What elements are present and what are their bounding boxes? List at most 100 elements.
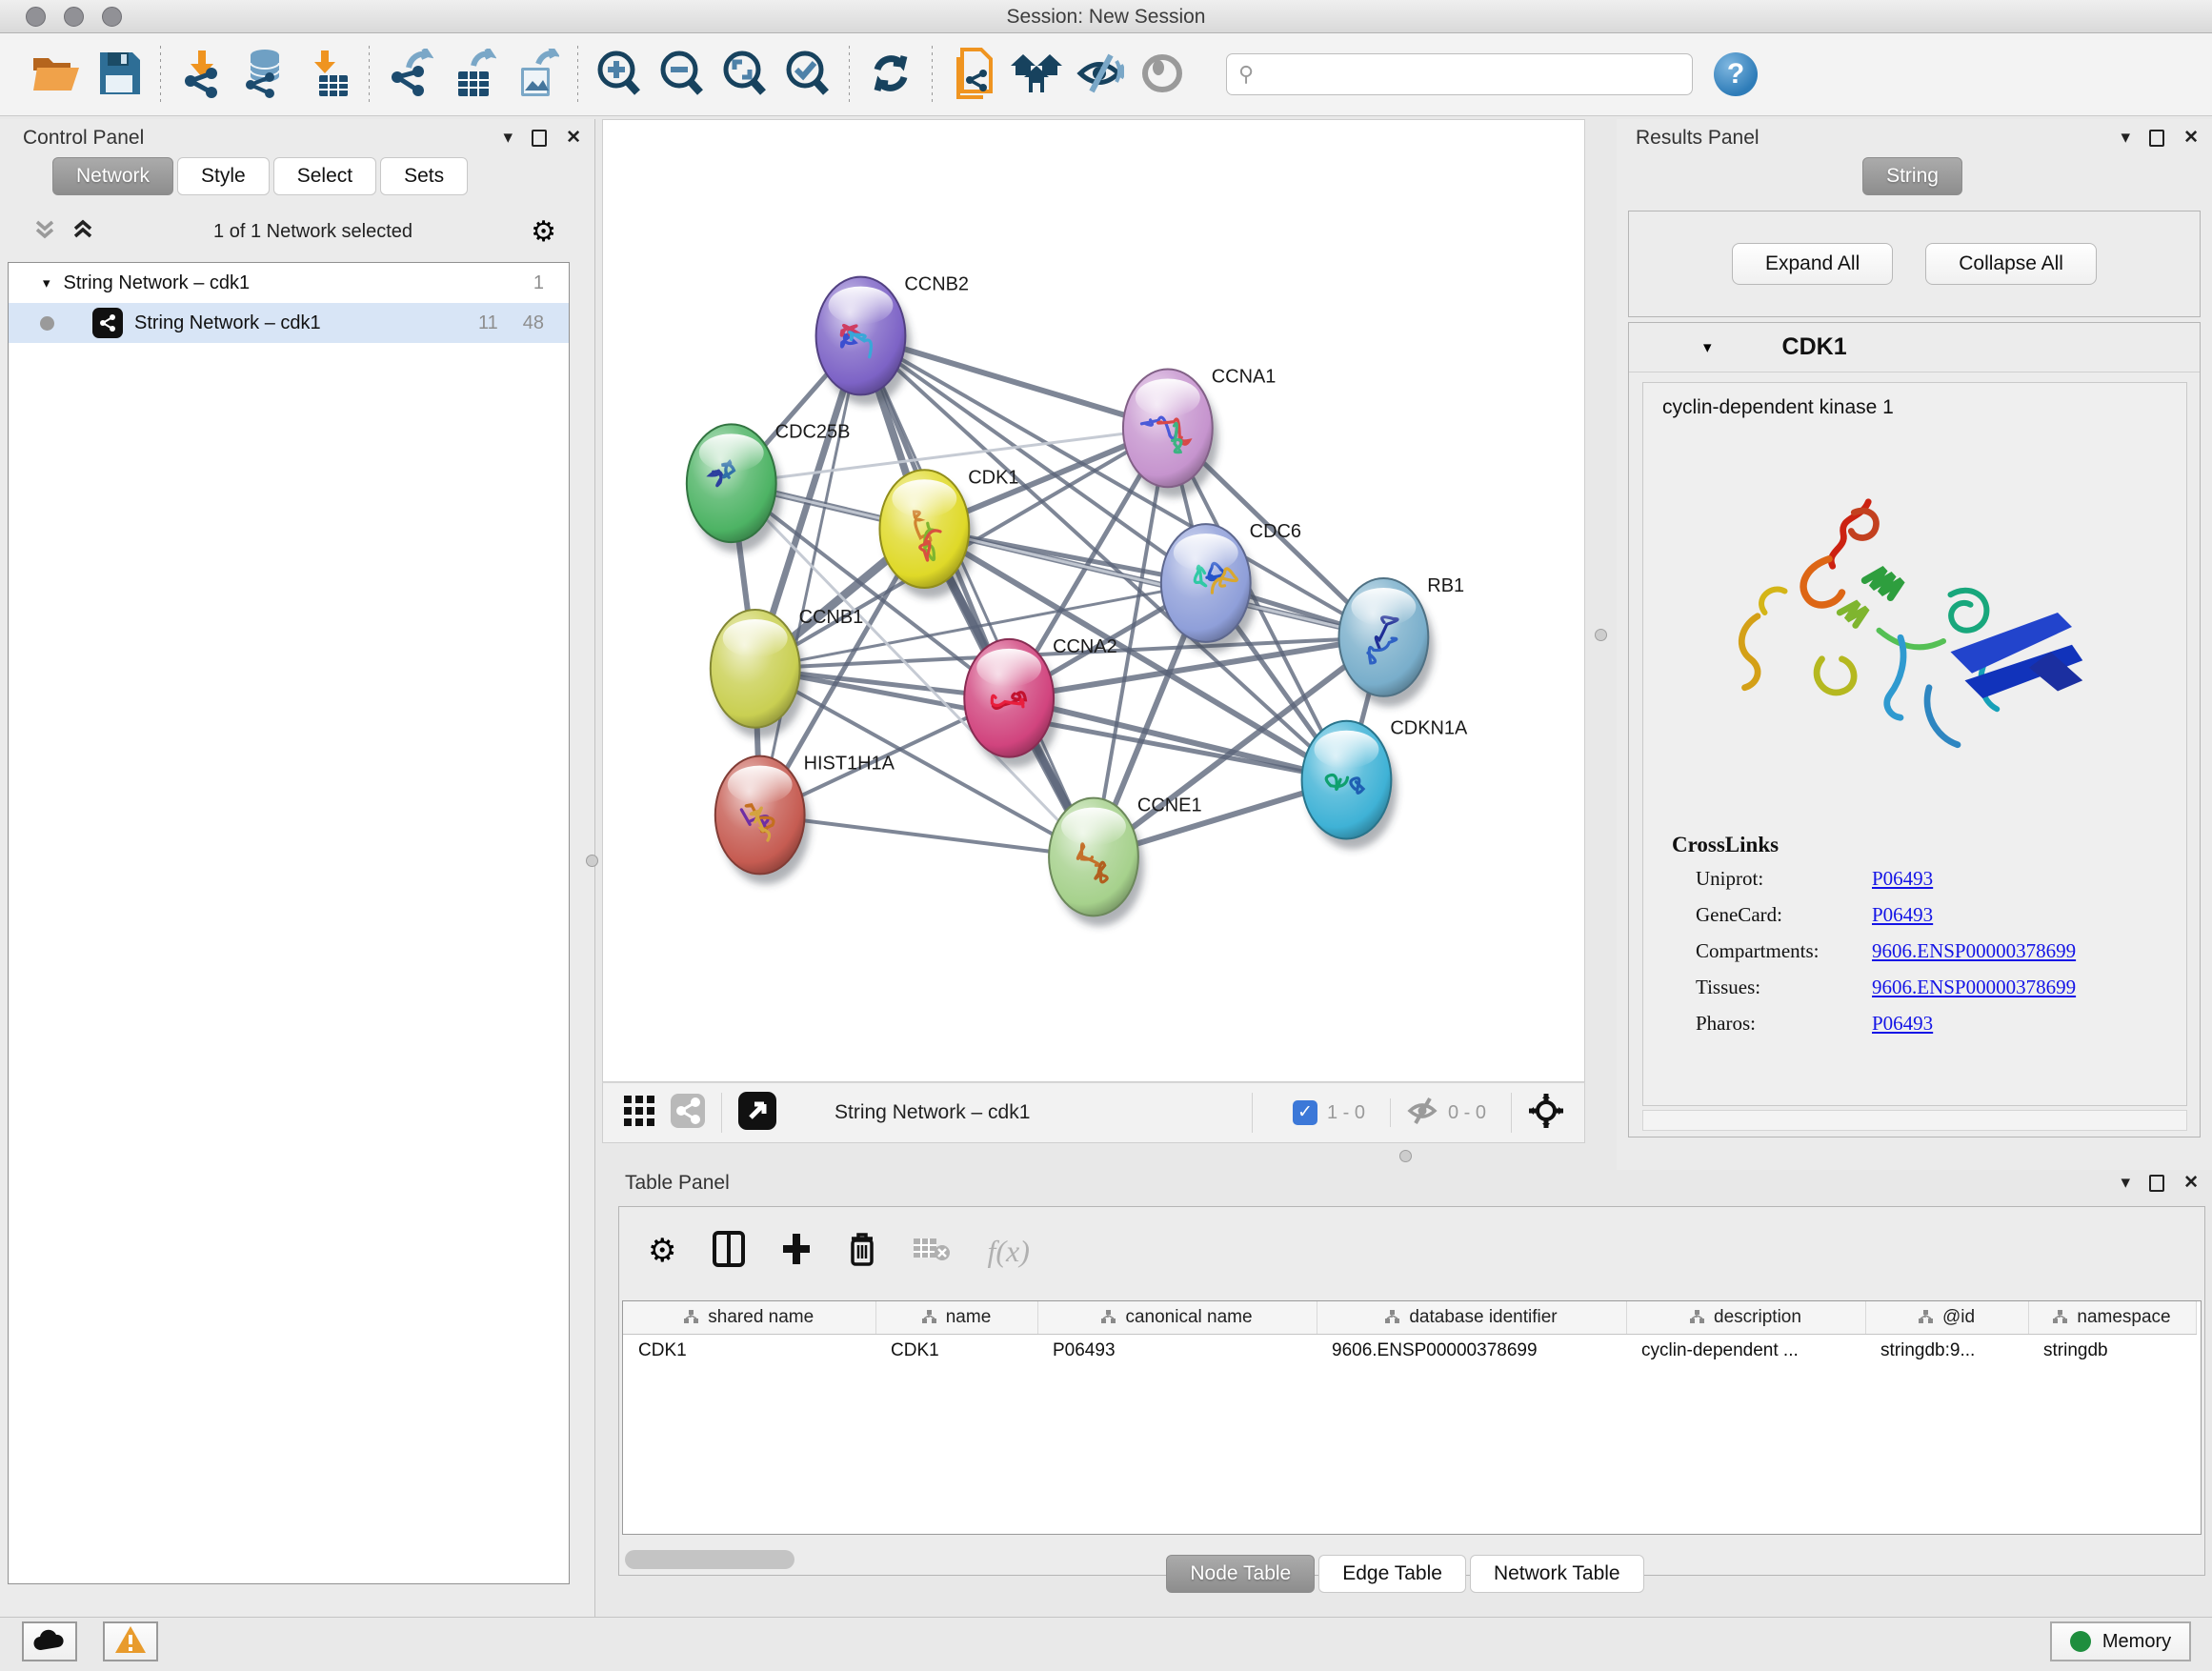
- collapse-all-button[interactable]: Collapse All: [1925, 243, 2097, 285]
- cloud-button[interactable]: [22, 1621, 77, 1661]
- grid-view-icon[interactable]: [622, 1094, 656, 1133]
- columns-icon[interactable]: [713, 1231, 745, 1272]
- node-table[interactable]: shared namenamecanonical namedatabase id…: [622, 1300, 2202, 1535]
- tab-network-table[interactable]: Network Table: [1470, 1555, 1644, 1593]
- bottom-splitter-grip[interactable]: [1399, 1150, 1412, 1162]
- node-CDKN1A[interactable]: CDKN1A: [1302, 718, 1468, 850]
- panel-float-icon[interactable]: [2149, 130, 2164, 147]
- results-scrollbar[interactable]: [1642, 1110, 2187, 1131]
- zoom-fit-button[interactable]: [718, 48, 772, 101]
- gear-icon[interactable]: ⚙: [531, 215, 556, 249]
- string-network-graph[interactable]: CCNB2CCNA1CDC25BCDK1CDC6RB1CCNB1CCNA2CDK…: [603, 120, 1584, 1081]
- zoom-in-button[interactable]: [593, 48, 646, 101]
- share-view-icon[interactable]: [670, 1093, 706, 1134]
- zoom-selected-icon: [784, 49, 832, 101]
- gene-header-row[interactable]: ▾ CDK1: [1629, 323, 2200, 372]
- new-network-from-selection-button[interactable]: [947, 48, 1000, 101]
- node-CCNA1[interactable]: CCNA1: [1123, 366, 1276, 497]
- column-header-name[interactable]: name: [875, 1301, 1037, 1334]
- network-canvas[interactable]: CCNB2CCNA1CDC25BCDK1CDC6RB1CCNB1CCNA2CDK…: [602, 119, 1585, 1082]
- column-header-label: namespace: [2077, 1307, 2170, 1327]
- left-splitter-grip[interactable]: [586, 855, 598, 867]
- export-table-button[interactable]: [447, 48, 500, 101]
- crosslink-link[interactable]: P06493: [1872, 903, 1933, 927]
- panel-close-icon[interactable]: ✕: [2183, 127, 2199, 149]
- panel-menu-icon[interactable]: ▾: [504, 127, 513, 149]
- edge-layer[interactable]: [732, 336, 1384, 857]
- network-collection-row[interactable]: ▾ String Network – cdk1 1: [9, 263, 569, 303]
- crosslink-link[interactable]: 9606.ENSP00000378699: [1872, 939, 2076, 963]
- table-cell[interactable]: cyclin-dependent ...: [1626, 1334, 1865, 1368]
- first-neighbors-button[interactable]: [1010, 48, 1063, 101]
- cloud-icon: [32, 1627, 67, 1657]
- panel-close-icon[interactable]: ✕: [566, 127, 581, 149]
- export-image-button[interactable]: [510, 48, 563, 101]
- tab-select[interactable]: Select: [273, 157, 376, 195]
- zoom-out-button[interactable]: [655, 48, 709, 101]
- import-table-button[interactable]: [301, 48, 354, 101]
- save-session-button[interactable]: [92, 48, 146, 101]
- network-row-selected[interactable]: String Network – cdk1 11 48: [9, 303, 569, 343]
- node-RB1[interactable]: RB1: [1338, 575, 1464, 707]
- show-all-button[interactable]: [1136, 48, 1189, 101]
- panel-menu-icon[interactable]: ▾: [2122, 1172, 2131, 1194]
- tab-network[interactable]: Network: [52, 157, 173, 195]
- edge-CCNB2-HIST1H1A[interactable]: [760, 336, 861, 815]
- table-row[interactable]: CDK1CDK1P064939606.ENSP00000378699cyclin…: [623, 1334, 2196, 1368]
- birdseye-crosshair-icon[interactable]: [1527, 1092, 1565, 1135]
- hide-selected-button[interactable]: [1073, 48, 1126, 101]
- crosslink-link[interactable]: 9606.ENSP00000378699: [1872, 976, 2076, 999]
- tab-string[interactable]: String: [1862, 157, 1962, 195]
- panel-float-icon[interactable]: [532, 130, 547, 147]
- table-cell[interactable]: 9606.ENSP00000378699: [1317, 1334, 1626, 1368]
- tab-sets[interactable]: Sets: [380, 157, 468, 195]
- open-session-button[interactable]: [30, 48, 83, 101]
- help-button[interactable]: ?: [1714, 52, 1758, 96]
- panel-menu-icon[interactable]: ▾: [2122, 127, 2131, 149]
- expand-all-button[interactable]: Expand All: [1732, 243, 1893, 285]
- table-cell[interactable]: CDK1: [875, 1334, 1037, 1368]
- table-cell[interactable]: P06493: [1037, 1334, 1317, 1368]
- table-cell[interactable]: stringdb: [2028, 1334, 2196, 1368]
- expand-all-icon[interactable]: [70, 217, 95, 247]
- node-CCNA2[interactable]: CCNA2: [964, 636, 1116, 768]
- search-input[interactable]: [1261, 54, 1692, 94]
- panel-close-icon[interactable]: ✕: [2183, 1172, 2199, 1194]
- plus-icon[interactable]: [781, 1232, 812, 1271]
- gear-icon[interactable]: ⚙: [648, 1232, 676, 1270]
- network-selection-summary: 1 of 1 Network selected: [95, 221, 531, 243]
- tab-edge-table[interactable]: Edge Table: [1318, 1555, 1466, 1593]
- collapse-all-icon[interactable]: [32, 217, 57, 247]
- crosslink-link[interactable]: P06493: [1872, 1012, 1933, 1036]
- refresh-layout-button[interactable]: [864, 48, 917, 101]
- table-cell[interactable]: stringdb:9...: [1865, 1334, 2028, 1368]
- memory-button[interactable]: Memory: [2050, 1621, 2191, 1661]
- crosslink-link[interactable]: P06493: [1872, 867, 1933, 891]
- import-network-button[interactable]: [175, 48, 229, 101]
- table-cell[interactable]: CDK1: [623, 1334, 875, 1368]
- panel-float-icon[interactable]: [2149, 1175, 2164, 1192]
- edge-CCNB2-CCNE1[interactable]: [860, 336, 1094, 857]
- detach-view-icon[interactable]: [737, 1091, 777, 1136]
- node-HIST1H1A[interactable]: HIST1H1A: [715, 754, 895, 885]
- node-CDK1[interactable]: CDK1: [879, 467, 1018, 598]
- trash-icon[interactable]: [848, 1231, 876, 1272]
- selected-checkbox-icon[interactable]: ✓: [1293, 1100, 1317, 1125]
- tab-style[interactable]: Style: [177, 157, 270, 195]
- export-network-button[interactable]: [384, 48, 437, 101]
- column-header-canonical-name[interactable]: canonical name: [1037, 1301, 1317, 1334]
- column-header-description[interactable]: description: [1626, 1301, 1865, 1334]
- column-header-namespace[interactable]: namespace: [2028, 1301, 2196, 1334]
- node-CCNE1[interactable]: CCNE1: [1049, 795, 1201, 927]
- import-database-button[interactable]: [238, 48, 292, 101]
- tab-node-table[interactable]: Node Table: [1166, 1555, 1315, 1593]
- tree-caret-icon[interactable]: ▾: [43, 274, 50, 292]
- warning-button[interactable]: [103, 1621, 158, 1661]
- column-header-shared-name[interactable]: shared name: [623, 1301, 875, 1334]
- column-header-database-identifier[interactable]: database identifier: [1317, 1301, 1626, 1334]
- zoom-selected-button[interactable]: [781, 48, 835, 101]
- node-CDC6[interactable]: CDC6: [1161, 521, 1301, 653]
- right-splitter-grip[interactable]: [1595, 629, 1607, 641]
- column-header--id[interactable]: @id: [1865, 1301, 2028, 1334]
- gene-caret-icon[interactable]: ▾: [1703, 338, 1712, 357]
